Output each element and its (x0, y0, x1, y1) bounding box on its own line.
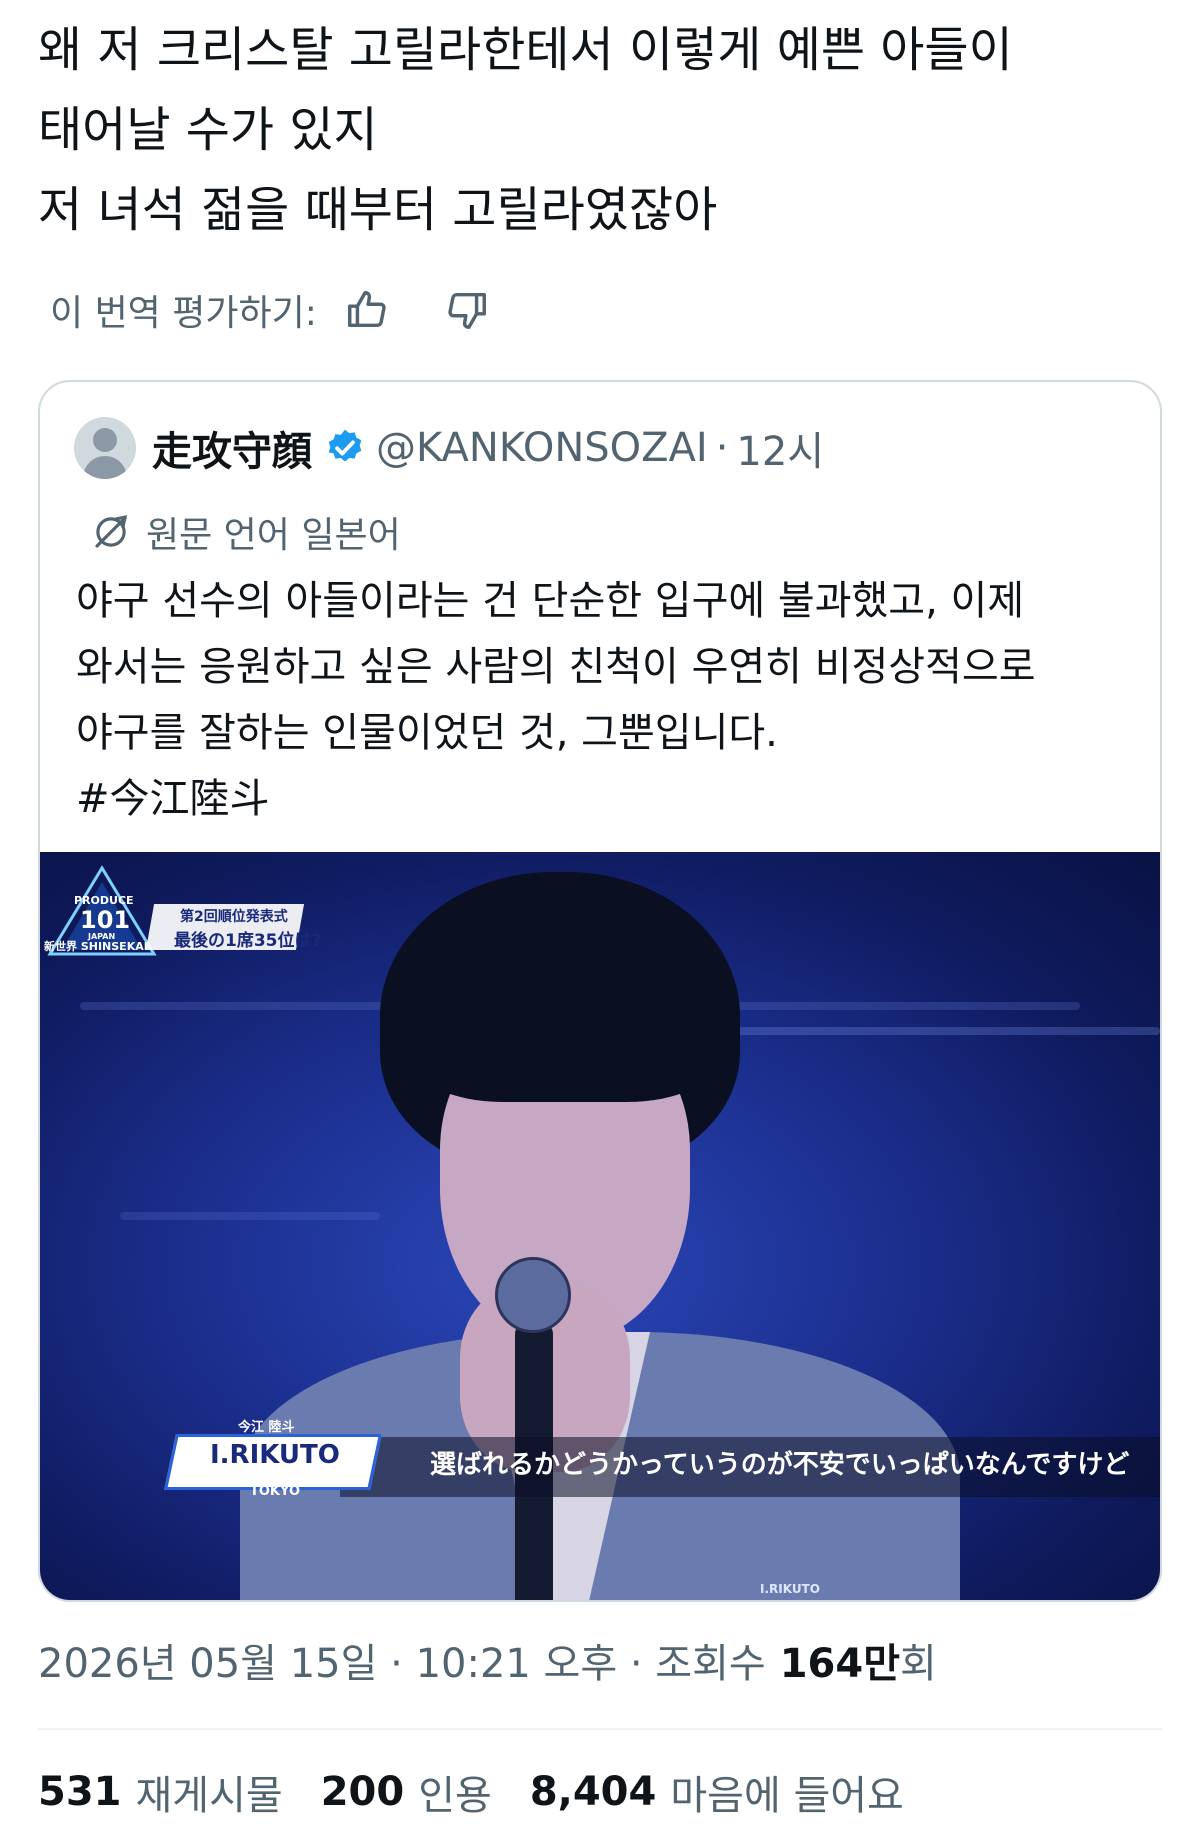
quote-label[interactable]: 인용 (418, 1763, 492, 1821)
retweet-label[interactable]: 재게시물 (136, 1763, 283, 1821)
quoted-tweet-text: 야구 선수의 아들이라는 건 단순한 입구에 불과했고, 이제 와서는 응원하고… (76, 568, 1136, 832)
tweet-line: 왜 저 크리스탈 고릴라한테서 이렇게 예쁜 아들이 (38, 22, 1013, 78)
verified-badge-icon (328, 429, 362, 462)
nameplate-name: I.RIKUTO (210, 1440, 340, 1470)
quoted-media-image[interactable]: PRODUCE 101 JAPAN 新世界 SHINSEKAI 第2回順位発表式… (40, 852, 1160, 1600)
video-subtitle: 選ばれるかどうかっていうのが不安でいっぱいなんですけど (430, 1450, 1130, 1480)
nameplate-kanji: 今江 陸斗 (238, 1420, 295, 1435)
tweet-meta: 2026년 05월 15일 · 10:21 오후 · 조회수 164만 회 (38, 1630, 937, 1690)
quote-count[interactable]: 200 (321, 1769, 405, 1815)
thumbs-up-icon[interactable] (343, 286, 391, 334)
engagement-stats: 531 재게시물 200 인용 8,404 마음에 들어요 (38, 1762, 942, 1822)
quoted-author-handle[interactable]: @KANKONSOZAI (376, 425, 708, 471)
quoted-line: 야구를 잘하는 인물이었던 것, 그뿐입니다. (76, 710, 778, 756)
ranking-caption-subtitle: 最後の1席35位は? (174, 931, 322, 951)
tweet-datetime[interactable]: 2026년 05월 15일 · 10:21 오후 · 조회수 (38, 1631, 766, 1689)
view-count-unit: 회 (900, 1641, 937, 1687)
quoted-time[interactable]: 12시 (736, 419, 824, 477)
microphone (495, 1257, 571, 1333)
quoted-tweet-card[interactable]: 走攻守顔 @KANKONSOZAI · 12시 원문 언어 일본어 야구 선수의… (38, 380, 1162, 1602)
translate-icon (95, 515, 128, 548)
quoted-line: 야구 선수의 아들이라는 건 단순한 입구에 불과했고, 이제 (76, 578, 1025, 624)
original-language-label: 원문 언어 일본어 (146, 515, 401, 556)
ranking-caption-title: 第2回順位発表式 (180, 909, 288, 925)
hashtag-link[interactable]: #今江陸斗 (76, 766, 1136, 832)
original-language-note: 원문 언어 일본어 (90, 504, 401, 560)
quoted-tweet-header: 走攻守顔 @KANKONSOZAI · 12시 (74, 416, 824, 480)
tweet-text: 왜 저 크리스탈 고릴라한테서 이렇게 예쁜 아들이 태어날 수가 있지 저 녀… (38, 10, 1158, 250)
like-label[interactable]: 마음에 들어요 (670, 1763, 904, 1821)
like-count[interactable]: 8,404 (530, 1769, 657, 1815)
thumbs-down-icon[interactable] (443, 286, 491, 334)
divider (38, 1728, 1162, 1730)
rate-translation-row: 이 번역 평가하기: (50, 280, 543, 340)
rate-translation-label: 이 번역 평가하기: (50, 293, 317, 334)
quoted-line: 와서는 응원하고 싶은 사람의 친척이 우연히 비정상적으로 (76, 644, 1036, 690)
separator-dot: · (715, 425, 729, 471)
view-count: 164만 (779, 1641, 900, 1687)
quoted-author-name[interactable]: 走攻守顔 (152, 419, 312, 477)
retweet-count[interactable]: 531 (38, 1769, 122, 1815)
logo-shinsekai-text: 新世界 SHINSEKAI (44, 940, 148, 953)
tweet-line: 저 녀석 젊을 때부터 고릴라였잖아 (38, 182, 718, 238)
tweet-line: 태어날 수가 있지 (38, 102, 378, 158)
lower-name-tag: I.RIKUTO (760, 1582, 820, 1596)
avatar-icon[interactable] (74, 417, 136, 479)
nameplate-city: TOKYO (250, 1484, 300, 1499)
